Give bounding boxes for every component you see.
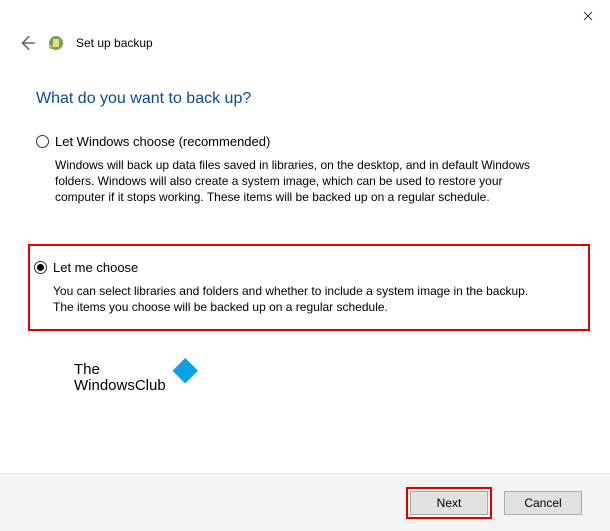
watermark-line2: WindowsClub — [74, 378, 166, 394]
close-icon — [583, 11, 593, 21]
close-button[interactable] — [566, 2, 610, 30]
backup-wizard-icon — [48, 35, 64, 51]
watermark-logo-icon — [172, 358, 197, 383]
option-let-me-choose[interactable]: Let me choose You can select libraries a… — [34, 260, 578, 315]
radio-icon[interactable] — [34, 261, 47, 274]
watermark-text: The WindowsClub — [74, 362, 166, 394]
footer: Next Cancel — [0, 473, 610, 531]
option-let-windows-choose[interactable]: Let Windows choose (recommended) Windows… — [36, 134, 580, 224]
watermark-line1: The — [74, 362, 166, 378]
option-label: Let Windows choose (recommended) — [55, 134, 270, 149]
header-row: Set up backup — [0, 30, 610, 52]
window-title: Set up backup — [76, 36, 153, 50]
radio-icon[interactable] — [36, 135, 49, 148]
titlebar — [0, 0, 610, 30]
option-label: Let me choose — [53, 260, 138, 275]
watermark: The WindowsClub — [74, 362, 190, 394]
wizard-content: What do you want to back up? Let Windows… — [0, 52, 610, 331]
option-description: Windows will back up data files saved in… — [36, 157, 546, 206]
option-description: You can select libraries and folders and… — [34, 283, 544, 315]
next-button[interactable]: Next — [410, 491, 488, 515]
back-arrow-icon[interactable] — [18, 34, 36, 52]
highlight-next-button: Next — [406, 487, 492, 519]
cancel-button[interactable]: Cancel — [504, 491, 582, 515]
highlight-let-me-choose: Let me choose You can select libraries a… — [28, 244, 590, 331]
page-heading: What do you want to back up? — [36, 90, 580, 108]
